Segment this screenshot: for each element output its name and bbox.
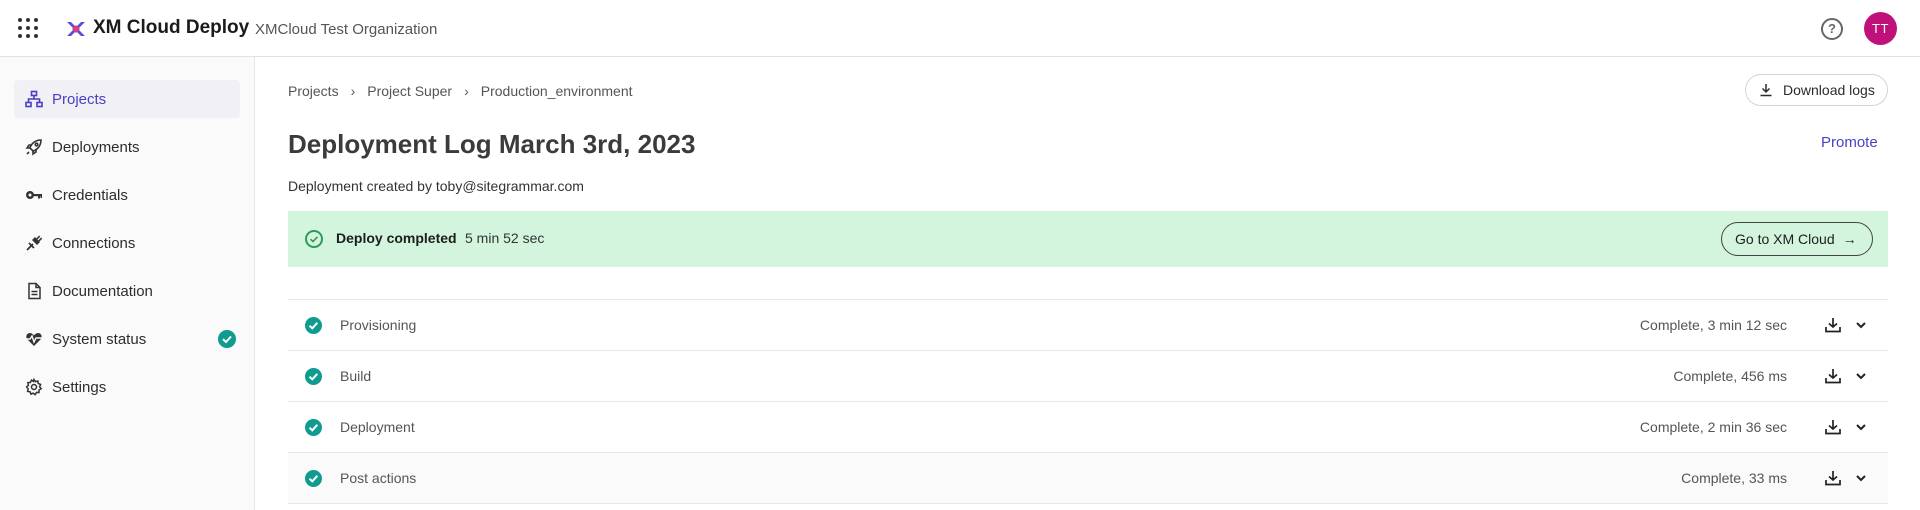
- check-circle-icon: [305, 419, 322, 436]
- sidebar-item-label: Settings: [52, 378, 107, 396]
- step-name: Build: [340, 368, 372, 384]
- sidebar-item-connections[interactable]: Connections: [14, 224, 240, 262]
- page-title: Deployment Log March 3rd, 2023: [288, 129, 696, 159]
- download-icon[interactable]: [1824, 367, 1842, 385]
- chevron-down-icon[interactable]: [1852, 418, 1870, 436]
- sidebar-item-projects[interactable]: Projects: [14, 80, 240, 118]
- sidebar-item-label: Credentials: [52, 186, 128, 204]
- step-status: Complete, 3 min 12 sec: [1639, 317, 1787, 333]
- step-name: Deployment: [340, 419, 415, 435]
- step-status: Complete, 2 min 36 sec: [1639, 419, 1787, 435]
- breadcrumb-projects[interactable]: Projects: [288, 83, 339, 99]
- breadcrumb-separator-icon: ›: [350, 83, 356, 99]
- chevron-down-icon[interactable]: [1852, 367, 1870, 385]
- deploy-status-text: Deploy completed: [336, 230, 457, 246]
- sidebar-item-label: System status: [52, 330, 147, 348]
- step-row-provisioning[interactable]: Provisioning Complete, 3 min 12 sec: [288, 300, 1888, 351]
- sidebar-item-system-status[interactable]: System status: [14, 320, 240, 358]
- download-icon: [1760, 84, 1772, 97]
- sitemap-icon: [24, 89, 44, 109]
- plug-icon: [24, 233, 44, 253]
- created-by-text: Deployment created by toby@sitegrammar.c…: [288, 178, 584, 194]
- download-logs-button[interactable]: Download logs: [1745, 74, 1888, 106]
- sidebar-item-settings[interactable]: Settings: [14, 368, 240, 406]
- user-avatar[interactable]: TT: [1864, 12, 1897, 45]
- rocket-icon: [24, 137, 44, 157]
- key-icon: [24, 185, 44, 205]
- download-icon[interactable]: [1824, 418, 1842, 436]
- deploy-duration: 5 min 52 sec: [465, 230, 545, 246]
- check-circle-icon: [305, 470, 322, 487]
- sidebar-item-label: Projects: [52, 90, 107, 108]
- promote-link[interactable]: Promote: [1821, 134, 1878, 151]
- breadcrumb-separator-icon: ›: [464, 83, 469, 99]
- xm-cloud-logo-icon: [67, 22, 85, 36]
- sidebar: Projects Deployments Credentials Connect…: [0, 57, 255, 510]
- deploy-status-banner: Deploy completed 5 min 52 sec Go to XM C…: [288, 211, 1888, 267]
- organization-name: XMCloud Test Organization: [255, 21, 438, 38]
- app-title[interactable]: XM Cloud Deploy: [93, 17, 249, 39]
- check-circle-icon: [305, 368, 322, 385]
- step-name: Post actions: [340, 470, 417, 486]
- download-icon[interactable]: [1824, 316, 1842, 334]
- help-circle-icon[interactable]: ?: [1821, 18, 1843, 40]
- chevron-down-icon[interactable]: [1852, 316, 1870, 334]
- chevron-down-icon[interactable]: [1852, 469, 1870, 487]
- sidebar-item-label: Connections: [52, 234, 136, 252]
- sidebar-item-documentation[interactable]: Documentation: [14, 272, 240, 310]
- deployment-steps-list: Provisioning Complete, 3 min 12 sec Buil…: [288, 299, 1888, 504]
- check-circle-icon: [305, 317, 322, 334]
- sidebar-item-deployments[interactable]: Deployments: [14, 128, 240, 166]
- step-row-deployment[interactable]: Deployment Complete, 2 min 36 sec: [288, 402, 1888, 453]
- document-icon: [24, 281, 44, 301]
- download-icon[interactable]: [1824, 469, 1842, 487]
- breadcrumb-environment[interactable]: Production_environment: [481, 83, 633, 99]
- go-to-xm-cloud-label: Go to XM Cloud: [1735, 231, 1835, 247]
- sidebar-item-label: Documentation: [52, 282, 153, 300]
- step-status: Complete, 33 ms: [1681, 470, 1787, 486]
- check-circle-icon: [305, 230, 323, 248]
- download-logs-label: Download logs: [1783, 82, 1875, 98]
- arrow-right-icon: →: [1842, 231, 1857, 247]
- breadcrumb-project[interactable]: Project Super: [367, 83, 452, 99]
- step-row-build[interactable]: Build Complete, 456 ms: [288, 351, 1888, 402]
- sidebar-item-credentials[interactable]: Credentials: [14, 176, 240, 214]
- top-header: XM Cloud Deploy XMCloud Test Organizatio…: [0, 0, 1920, 57]
- step-status: Complete, 456 ms: [1673, 368, 1787, 384]
- app-switcher-icon[interactable]: [18, 18, 38, 38]
- heartbeat-icon: [24, 329, 44, 349]
- status-ok-check-icon: [218, 330, 236, 348]
- go-to-xm-cloud-button[interactable]: Go to XM Cloud →: [1721, 222, 1873, 256]
- step-name: Provisioning: [340, 317, 417, 333]
- gear-icon: [24, 377, 44, 397]
- sidebar-item-label: Deployments: [52, 138, 140, 156]
- step-row-post-actions[interactable]: Post actions Complete, 33 ms: [288, 453, 1888, 504]
- breadcrumb: Projects › Project Super › Production_en…: [288, 83, 633, 99]
